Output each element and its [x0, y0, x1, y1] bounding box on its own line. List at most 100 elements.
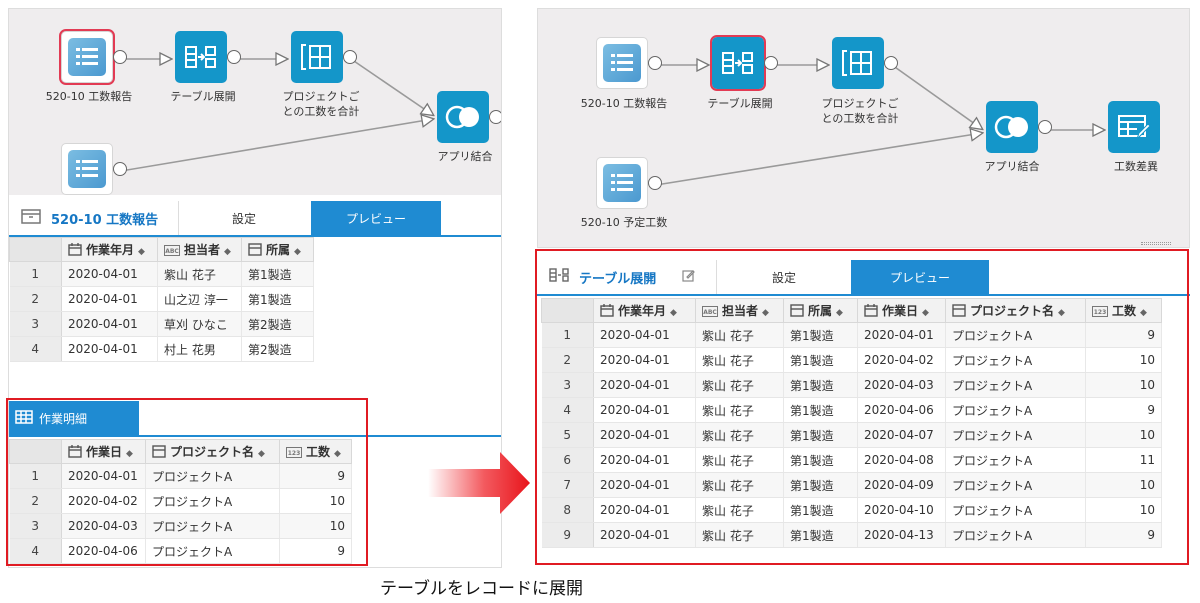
node-src-app-1[interactable] [59, 29, 127, 87]
table-row[interactable]: 4 2020-04-01 紫山 花子 第1製造 2020-04-06 プロジェクトA 9 [541, 397, 1162, 423]
node-out-port[interactable] [113, 50, 127, 64]
row-number: 5 [541, 422, 594, 448]
table-row[interactable]: 4 2020-04-01 村上 花男 第2製造 [9, 336, 314, 362]
col-header-person[interactable]: ABC 担当者 ◆ [695, 298, 784, 323]
table-cell: 2020-04-01 [593, 322, 696, 348]
node-out-port[interactable] [648, 176, 662, 190]
col-header-dept[interactable]: 所属 ◆ [783, 298, 858, 323]
sort-icon[interactable]: ◆ [1058, 308, 1065, 318]
table-row[interactable]: 2 2020-04-02 プロジェクトA 10 [9, 488, 352, 514]
caption: テーブルをレコードに展開 [380, 579, 583, 599]
sort-icon[interactable]: ◆ [836, 308, 843, 318]
table-cell: 第1製造 [241, 261, 314, 287]
tab-preview[interactable]: プレビュー [311, 201, 441, 235]
table-cell: 10 [1085, 347, 1162, 373]
table-row[interactable]: 9 2020-04-01 紫山 花子 第1製造 2020-04-13 プロジェクトA 9 [541, 522, 1162, 548]
col-header-dept[interactable]: 所属 ◆ [241, 237, 314, 262]
node-out-port[interactable] [764, 56, 778, 70]
table-cell: 2020-04-06 [857, 397, 946, 423]
table-cell: 草刈 ひなこ [157, 311, 242, 337]
node-src-app-2[interactable] [61, 143, 127, 195]
node-out-port[interactable] [113, 162, 127, 176]
sort-icon[interactable]: ◆ [334, 449, 341, 459]
node-src-app-1[interactable] [596, 37, 662, 93]
table-row[interactable]: 5 2020-04-01 紫山 花子 第1製造 2020-04-07 プロジェクトA 10 [541, 422, 1162, 448]
table-row[interactable]: 3 2020-04-03 プロジェクトA 10 [9, 513, 352, 539]
node-app-join[interactable] [986, 101, 1052, 157]
node-out-port[interactable] [884, 56, 898, 70]
table-row[interactable]: 3 2020-04-01 紫山 花子 第1製造 2020-04-03 プロジェクトA 10 [541, 372, 1162, 398]
sort-icon[interactable]: ◆ [762, 308, 769, 318]
tab-subtable[interactable]: 作業明細 [9, 401, 139, 435]
col-header-person[interactable]: ABC 担当者 ◆ [157, 237, 242, 262]
row-number: 4 [9, 336, 62, 362]
sort-icon[interactable]: ◆ [922, 308, 929, 318]
node-label-src2: 520-10 予定工数 [580, 216, 668, 229]
node-group-sum[interactable] [291, 31, 357, 87]
right-tabbar: テーブル展開 設定 プレビュー [537, 260, 1190, 296]
table-cell: 紫山 花子 [695, 522, 784, 548]
col-header-work-month[interactable]: 作業年月 ◆ [593, 298, 696, 323]
table-row[interactable]: 1 2020-04-01 紫山 花子 第1製造 2020-04-01 プロジェクトA 9 [541, 322, 1162, 348]
table-cell: 2020-04-10 [857, 497, 946, 523]
table-row[interactable]: 6 2020-04-01 紫山 花子 第1製造 2020-04-08 プロジェクトA 11 [541, 447, 1162, 473]
right-panel: 520-10 工数報告 テーブル展開 プロジェクトご との工数を合計 アプリ結合 [537, 8, 1190, 568]
table-row[interactable]: 8 2020-04-01 紫山 花子 第1製造 2020-04-10 プロジェクトA 10 [541, 497, 1162, 523]
table-cell: 第1製造 [783, 447, 858, 473]
col-header-work-date[interactable]: 作業日 ◆ [61, 439, 146, 464]
table-row[interactable]: 1 2020-04-01 紫山 花子 第1製造 [9, 261, 314, 287]
table-cell: 紫山 花子 [695, 422, 784, 448]
col-header-hours[interactable]: 123 工数 ◆ [279, 439, 352, 464]
node-app-join[interactable] [437, 91, 501, 147]
node-out-port[interactable] [489, 110, 501, 124]
table-row[interactable]: 3 2020-04-01 草刈 ひなこ 第2製造 [9, 311, 314, 337]
app-list-icon [603, 164, 641, 202]
node-out-port[interactable] [648, 56, 662, 70]
col-header-project[interactable]: プロジェクト名 ◆ [945, 298, 1086, 323]
edit-pencil-icon[interactable] [682, 269, 696, 286]
join-circles-icon [986, 101, 1038, 153]
resize-handle[interactable] [1141, 242, 1171, 245]
sort-icon[interactable]: ◆ [1140, 308, 1147, 318]
table-cell: 2020-04-08 [857, 447, 946, 473]
table-row[interactable]: 4 2020-04-06 プロジェクトA 9 [9, 538, 352, 564]
col-header-hours[interactable]: 123 工数 ◆ [1085, 298, 1162, 323]
sort-icon[interactable]: ◆ [670, 308, 677, 318]
row-number: 2 [9, 488, 62, 514]
table-row[interactable]: 7 2020-04-01 紫山 花子 第1製造 2020-04-09 プロジェクトA 10 [541, 472, 1162, 498]
tab-settings[interactable]: 設定 [717, 260, 851, 294]
node-group-sum[interactable] [832, 37, 898, 93]
table-cell: 2020-04-01 [593, 347, 696, 373]
right-preview-table: 作業年月 ◆ ABC 担当者 ◆ 所属 ◆ 作業日 ◆ プロジェクト名 ◆ 123 工数 ◆ 1… [541, 298, 1162, 548]
svg-text:123: 123 [1094, 309, 1107, 316]
table-cell: 第2製造 [241, 336, 314, 362]
app-list-icon [68, 150, 106, 188]
node-src-app-2[interactable] [596, 157, 662, 213]
table-row[interactable]: 2 2020-04-01 山之辺 淳一 第1製造 [9, 286, 314, 312]
col-header-project[interactable]: プロジェクト名 ◆ [145, 439, 280, 464]
sort-icon[interactable]: ◆ [294, 247, 301, 257]
table-cell: プロジェクトA [145, 463, 280, 489]
table-cell: 10 [1085, 497, 1162, 523]
table-cell: 村上 花男 [157, 336, 242, 362]
table-row[interactable]: 2 2020-04-01 紫山 花子 第1製造 2020-04-02 プロジェクトA 10 [541, 347, 1162, 373]
node-table-expand[interactable] [175, 31, 241, 87]
transition-arrow-icon [428, 452, 530, 514]
tab-preview[interactable]: プレビュー [851, 260, 989, 294]
node-out-port[interactable] [343, 50, 357, 64]
node-table-expand[interactable] [710, 35, 778, 93]
node-out-port[interactable] [1038, 120, 1052, 134]
node-out-port[interactable] [227, 50, 241, 64]
sort-icon[interactable]: ◆ [258, 449, 265, 459]
table-cell: 2020-04-01 [593, 372, 696, 398]
tab-settings[interactable]: 設定 [179, 201, 309, 235]
col-header-work-month[interactable]: 作業年月 ◆ [61, 237, 158, 262]
col-header-work-date[interactable]: 作業日 ◆ [857, 298, 946, 323]
sort-icon[interactable]: ◆ [126, 449, 133, 459]
node-hours-diff[interactable] [1108, 101, 1164, 157]
sort-icon[interactable]: ◆ [138, 247, 145, 257]
sort-icon[interactable]: ◆ [224, 247, 231, 257]
node-label-diff: 工数差異 [1114, 160, 1158, 173]
table-group-icon [291, 31, 343, 83]
table-row[interactable]: 1 2020-04-01 プロジェクトA 9 [9, 463, 352, 489]
